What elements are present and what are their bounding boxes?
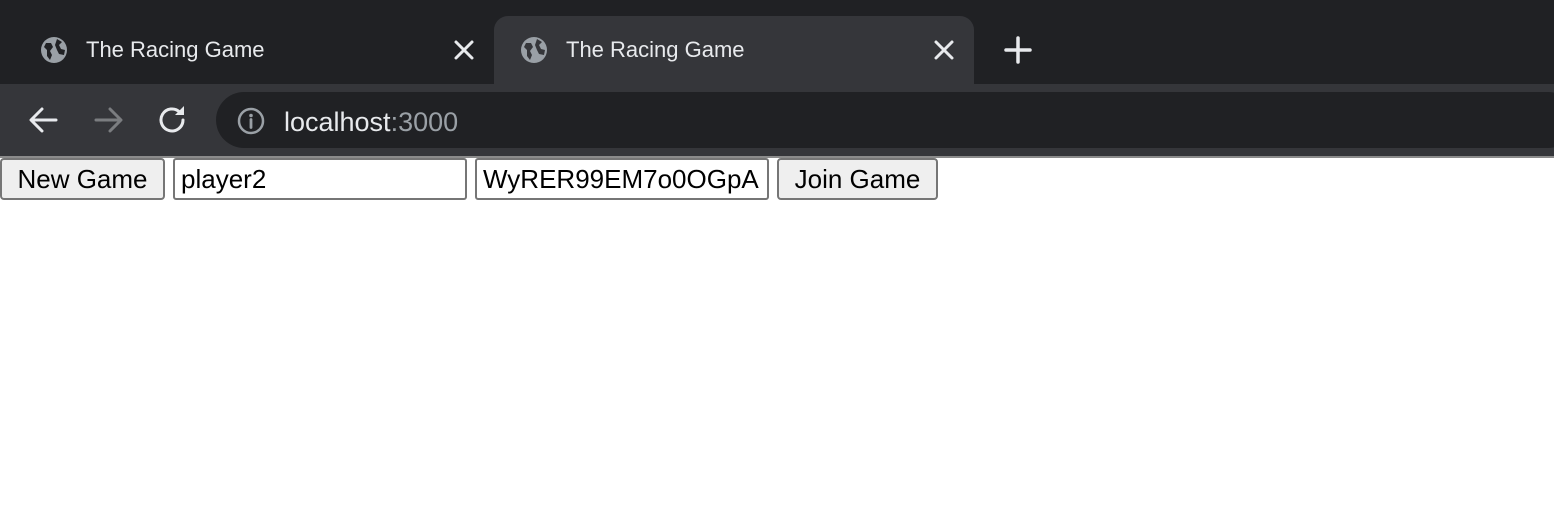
back-arrow-icon[interactable]: [26, 102, 62, 138]
tab-title: The Racing Game: [566, 37, 745, 62]
browser-chrome: The Racing Game The Racing Game localhos…: [0, 0, 1554, 158]
tab-strip: The Racing Game The Racing Game: [0, 0, 1554, 84]
new-game-button[interactable]: New Game: [0, 158, 165, 200]
globe-icon: [521, 37, 547, 63]
tab-racing-game-1[interactable]: The Racing Game: [14, 16, 494, 84]
close-icon[interactable]: [932, 38, 956, 62]
game-id-input[interactable]: [475, 158, 769, 200]
info-icon[interactable]: [236, 106, 266, 136]
tab-title: The Racing Game: [86, 37, 265, 62]
forward-arrow-icon[interactable]: [90, 102, 126, 138]
page-content: New Game Join Game: [0, 158, 1554, 524]
reload-icon[interactable]: [154, 102, 190, 138]
globe-icon: [41, 37, 67, 63]
url-text: localhost:3000: [284, 108, 458, 136]
join-game-button[interactable]: Join Game: [777, 158, 938, 200]
browser-toolbar: localhost:3000: [0, 84, 1554, 156]
url-port: :3000: [390, 107, 459, 137]
plus-icon[interactable]: [1002, 34, 1034, 66]
player-name-input[interactable]: [173, 158, 467, 200]
url-host: localhost: [284, 107, 391, 137]
address-bar[interactable]: localhost:3000: [216, 92, 1554, 148]
close-icon[interactable]: [452, 38, 476, 62]
tab-racing-game-2[interactable]: The Racing Game: [494, 16, 974, 84]
